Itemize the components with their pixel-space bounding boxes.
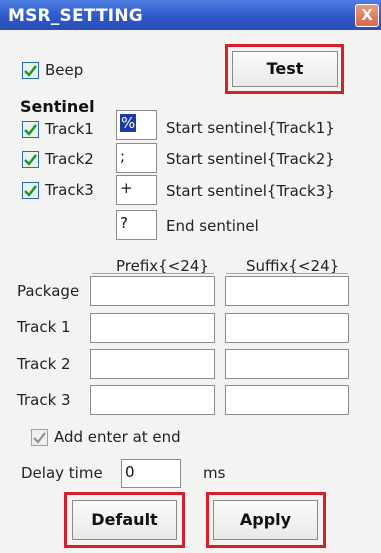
- track3-label: Track3: [45, 181, 94, 199]
- sentinel-heading: Sentinel: [20, 97, 95, 116]
- beep-checkbox[interactable]: [22, 62, 39, 79]
- track2-label: Track2: [45, 150, 94, 168]
- check-icon: [24, 154, 37, 166]
- track1-label: Track1: [45, 120, 94, 138]
- delay-unit: ms: [203, 464, 226, 482]
- track2-affix-label: Track 2: [17, 355, 71, 373]
- suffix-header-rule: [226, 273, 348, 274]
- check-icon: [24, 65, 37, 77]
- check-icon: [24, 185, 37, 197]
- add-enter-label: Add enter at end: [54, 428, 181, 446]
- prefix-header-rule: [92, 273, 214, 274]
- msr-setting-window: MSR_SETTING X Beep Test Sentinel Track1 …: [0, 0, 381, 553]
- track3-prefix-input[interactable]: [90, 385, 215, 415]
- track3-suffix-input[interactable]: [225, 385, 349, 415]
- window-title: MSR_SETTING: [8, 6, 143, 26]
- track1-prefix-input[interactable]: [90, 313, 215, 343]
- track2-prefix-input[interactable]: [90, 349, 215, 379]
- track1-checkbox[interactable]: [22, 121, 39, 138]
- delay-time-input[interactable]: 0: [121, 459, 181, 488]
- track3-affix-label: Track 3: [17, 391, 71, 409]
- package-prefix-input[interactable]: [90, 276, 215, 306]
- track1-suffix-input[interactable]: [225, 313, 349, 343]
- close-icon: X: [361, 6, 373, 24]
- default-highlight: [64, 492, 185, 548]
- package-suffix-input[interactable]: [225, 276, 349, 306]
- check-icon: [33, 432, 46, 444]
- test-highlight: [225, 44, 344, 94]
- end-sentinel-input[interactable]: ?: [116, 210, 157, 240]
- apply-highlight: [206, 492, 326, 548]
- track1-start-sentinel-label: Start sentinel{Track1}: [166, 119, 335, 137]
- track2-start-sentinel-input[interactable]: ;: [116, 143, 157, 173]
- track1-start-sentinel-input[interactable]: %: [116, 110, 157, 140]
- package-label: Package: [17, 282, 80, 300]
- end-sentinel-label: End sentinel: [166, 217, 259, 235]
- track2-checkbox[interactable]: [22, 151, 39, 168]
- track3-start-sentinel-input[interactable]: +: [116, 175, 157, 205]
- beep-label: Beep: [45, 61, 84, 79]
- add-enter-checkbox[interactable]: [31, 429, 48, 446]
- track2-suffix-input[interactable]: [225, 349, 349, 379]
- title-bar: MSR_SETTING X: [0, 0, 381, 30]
- check-icon: [24, 124, 37, 136]
- track2-start-sentinel-label: Start sentinel{Track2}: [166, 150, 335, 168]
- track1-affix-label: Track 1: [17, 318, 71, 336]
- close-button[interactable]: X: [355, 4, 379, 27]
- track3-start-sentinel-label: Start sentinel{Track3}: [166, 182, 335, 200]
- track3-checkbox[interactable]: [22, 182, 39, 199]
- selected-text: %: [120, 114, 137, 132]
- delay-time-label: Delay time: [21, 464, 103, 482]
